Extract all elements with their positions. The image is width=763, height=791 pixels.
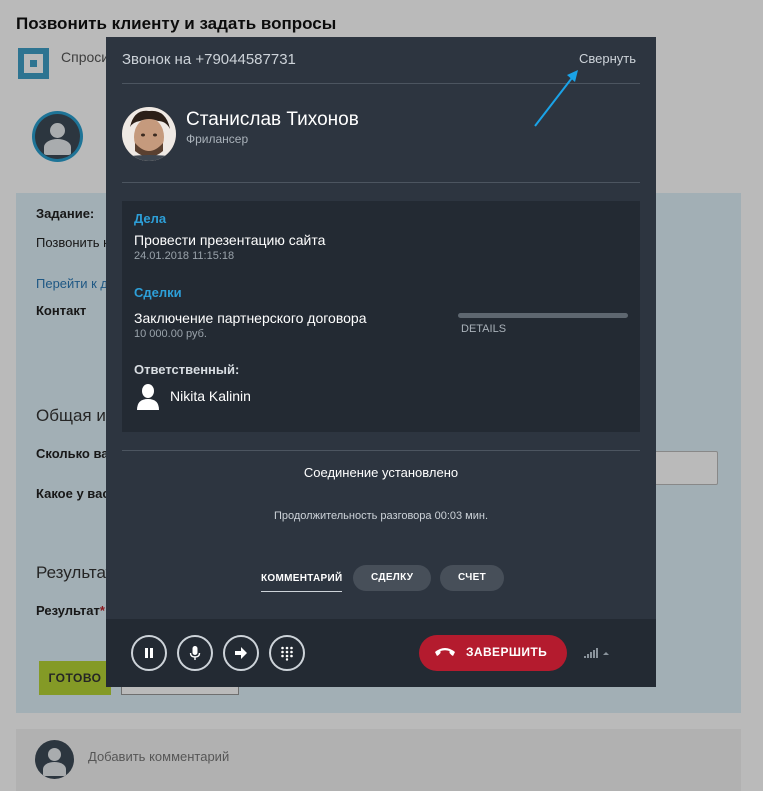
crm-info-box: Дела Провести презентацию сайта 24.01.20…: [122, 201, 640, 432]
call-title: Звонок на +79044587731: [122, 51, 296, 68]
tab-invoice[interactable]: СЧЕТ: [440, 565, 504, 591]
end-call-label: ЗАВЕРШИТЬ: [466, 645, 548, 659]
mute-button[interactable]: [177, 635, 213, 671]
deal-item-title[interactable]: Заключение партнерского договора: [134, 310, 366, 326]
transfer-button[interactable]: [223, 635, 259, 671]
deal-progress-bar: [458, 313, 628, 318]
task-item-title[interactable]: Провести презентацию сайта: [134, 232, 325, 248]
tab-comment[interactable]: КОММЕНТАРИЙ: [261, 565, 343, 592]
microphone-icon: [189, 646, 201, 660]
transfer-arrow-icon: [235, 647, 247, 659]
caller-name: Станислав Тихонов: [186, 109, 359, 130]
deals-heading: Сделки: [134, 285, 182, 300]
deal-item-amount: 10 000.00 руб.: [134, 328, 207, 340]
keypad-icon: [281, 646, 293, 661]
hold-button[interactable]: [131, 635, 167, 671]
pause-icon: [145, 648, 153, 658]
annotation-arrow-icon: [534, 70, 578, 127]
tasks-heading: Дела: [134, 211, 167, 226]
call-controls-bar: ЗАВЕРШИТЬ: [106, 619, 656, 687]
signal-icon[interactable]: [584, 647, 614, 659]
hangup-phone-icon: [435, 648, 455, 656]
caller-photo: [122, 107, 176, 161]
connection-status: Соединение установлено: [303, 465, 459, 480]
call-duration: Продолжительность разговора 00:03 мин.: [273, 510, 489, 522]
responsible-heading: Ответственный:: [134, 362, 240, 377]
task-item-date: 24.01.2018 11:15:18: [134, 250, 235, 262]
end-call-button[interactable]: ЗАВЕРШИТЬ: [419, 635, 567, 671]
keypad-button[interactable]: [269, 635, 305, 671]
person-icon: [137, 384, 159, 410]
responsible-name: Nikita Kalinin: [170, 388, 251, 404]
caller-role: Фрилансер: [186, 132, 249, 146]
tab-deal[interactable]: СДЕЛКУ: [353, 565, 432, 591]
divider: [122, 182, 640, 183]
divider: [122, 450, 640, 451]
deal-details-link[interactable]: DETAILS: [461, 323, 506, 335]
